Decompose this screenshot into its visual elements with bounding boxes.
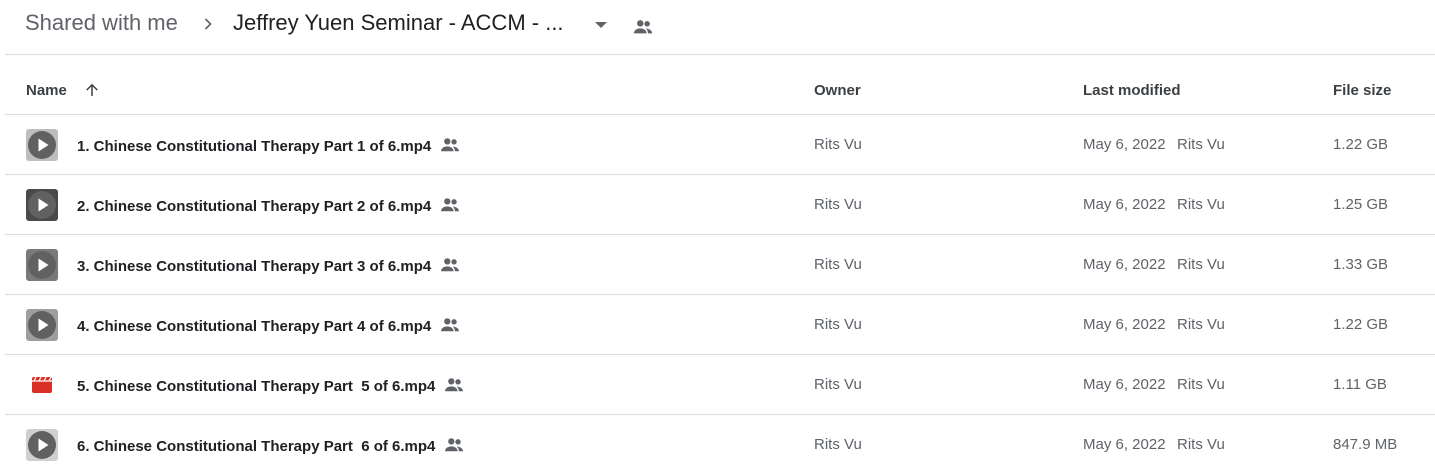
file-modified-date: May 6, 2022 <box>1083 136 1166 153</box>
column-header-last-modified[interactable]: Last modified <box>1083 82 1181 99</box>
file-owner: Rits Vu <box>814 196 862 213</box>
file-modified-date: May 6, 2022 <box>1083 376 1166 393</box>
table-row[interactable]: 1. Chinese Constitutional Therapy Part 1… <box>5 115 1435 175</box>
file-size: 1.22 GB <box>1333 316 1389 333</box>
people-icon <box>441 138 460 152</box>
file-size: 1.11 GB <box>1333 376 1387 393</box>
file-name: 6. Chinese Constitutional Therapy Part 6… <box>77 436 465 455</box>
breadcrumb-shared-with-me[interactable]: Shared with me <box>25 10 178 36</box>
file-modified-by: Rits Vu <box>1177 136 1225 153</box>
video-thumbnail-play-icon <box>26 189 58 221</box>
file-list-header: Name Owner Last modified File size <box>5 55 1435 115</box>
file-owner: Rits Vu <box>814 436 862 453</box>
people-icon <box>441 258 460 272</box>
arrow-drop-down-icon[interactable] <box>592 18 610 32</box>
chevron-right-icon <box>204 18 212 30</box>
file-size: 1.33 GB <box>1333 256 1389 273</box>
file-size: 1.25 GB <box>1333 196 1389 213</box>
file-owner: Rits Vu <box>814 256 862 273</box>
video-thumbnail-play-icon <box>26 249 58 281</box>
breadcrumb-bar: Shared with me Jeffrey Yuen Seminar - AC… <box>0 0 1435 54</box>
file-owner: Rits Vu <box>814 136 862 153</box>
people-icon <box>441 198 460 212</box>
file-owner: Rits Vu <box>814 316 862 333</box>
video-file-icon <box>32 376 52 393</box>
file-name: 2. Chinese Constitutional Therapy Part 2… <box>77 196 461 215</box>
video-thumbnail-play-icon <box>26 429 58 461</box>
table-row[interactable]: 4. Chinese Constitutional Therapy Part 4… <box>5 295 1435 355</box>
file-modified-date: May 6, 2022 <box>1083 436 1166 453</box>
file-modified-date: May 6, 2022 <box>1083 316 1166 333</box>
table-row[interactable]: 5. Chinese Constitutional Therapy Part 5… <box>5 355 1435 415</box>
breadcrumb-current-folder[interactable]: Jeffrey Yuen Seminar - ACCM - ... <box>233 10 564 36</box>
file-modified-by: Rits Vu <box>1177 436 1225 453</box>
arrow-up-icon[interactable] <box>83 81 101 99</box>
file-name: 3. Chinese Constitutional Therapy Part 3… <box>77 256 461 275</box>
people-icon <box>445 378 464 392</box>
file-size: 1.22 GB <box>1333 136 1389 153</box>
file-owner: Rits Vu <box>814 376 862 393</box>
column-header-owner[interactable]: Owner <box>814 82 861 99</box>
file-list: Name Owner Last modified File size 1. Ch… <box>5 55 1435 474</box>
table-row[interactable]: 6. Chinese Constitutional Therapy Part 6… <box>5 415 1435 474</box>
file-modified-date: May 6, 2022 <box>1083 256 1166 273</box>
file-size: 847.9 MB <box>1333 436 1398 453</box>
file-name: 4. Chinese Constitutional Therapy Part 4… <box>77 316 461 335</box>
file-modified-by: Rits Vu <box>1177 256 1225 273</box>
people-icon <box>633 20 653 34</box>
video-thumbnail-play-icon <box>26 309 58 341</box>
video-thumbnail-play-icon <box>26 129 58 161</box>
file-modified-by: Rits Vu <box>1177 196 1225 213</box>
people-icon <box>441 318 460 332</box>
table-row[interactable]: 3. Chinese Constitutional Therapy Part 3… <box>5 235 1435 295</box>
file-modified-date: May 6, 2022 <box>1083 196 1166 213</box>
column-header-name[interactable]: Name <box>26 82 67 99</box>
file-modified-by: Rits Vu <box>1177 316 1225 333</box>
column-header-file-size[interactable]: File size <box>1333 82 1391 99</box>
file-name: 1. Chinese Constitutional Therapy Part 1… <box>77 136 461 155</box>
people-icon <box>445 438 464 452</box>
table-row[interactable]: 2. Chinese Constitutional Therapy Part 2… <box>5 175 1435 235</box>
file-modified-by: Rits Vu <box>1177 376 1225 393</box>
file-name: 5. Chinese Constitutional Therapy Part 5… <box>77 376 465 395</box>
